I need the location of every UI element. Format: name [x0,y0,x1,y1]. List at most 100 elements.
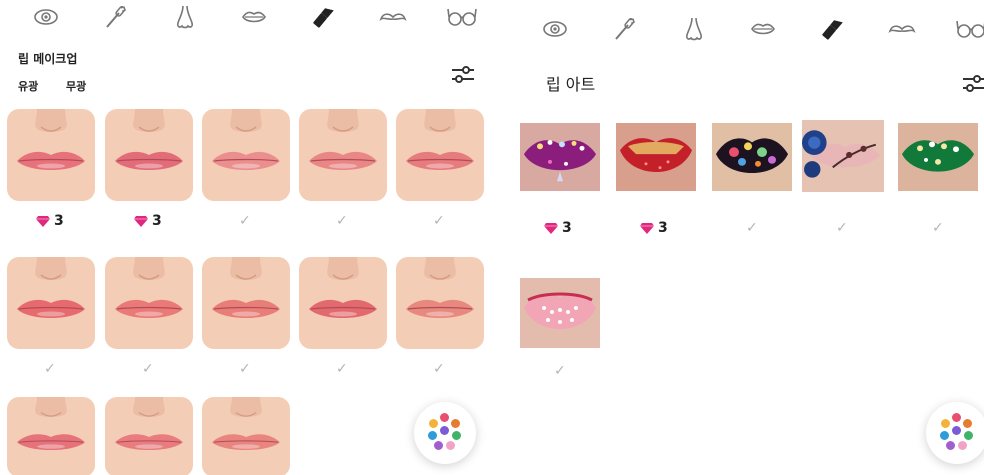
owned-check-icon: ✓ [433,213,445,229]
price-value: 3 [562,220,572,236]
lip-makeup-panel: 립 메이크업 유광 무광 3 3 ✓ ✓ ✓ ✓ ✓ ✓ ✓ ✓ [0,0,493,475]
mascara-icon [99,3,131,35]
section-title: 립 메이크업 [18,52,78,66]
nose-icon [169,3,201,35]
nose-icon [678,15,710,47]
tab-glasses[interactable] [445,3,479,35]
mustache-icon [377,3,409,35]
price-value: 3 [54,213,64,229]
lip-art-tile[interactable] [898,123,978,191]
lipstick-icon [816,15,848,47]
category-tabbar [506,0,984,44]
palette-dot [429,419,438,428]
lip-style-tile[interactable] [396,109,484,201]
section-title: 립 아트 [546,75,596,94]
tab-mascara[interactable] [98,3,132,35]
sub-tab-matte[interactable]: 무광 [66,78,86,94]
mustache-icon [886,15,918,47]
tab-glasses[interactable] [954,15,984,47]
color-palette-button[interactable] [414,402,476,464]
palette-dot [451,419,460,428]
owned-check-icon: ✓ [142,361,154,377]
lip-style-tile[interactable] [105,397,193,475]
palette-dot [452,431,461,440]
tab-lips[interactable] [237,3,271,35]
tab-nose[interactable] [677,15,711,47]
eye-icon [30,3,62,35]
palette-dot [958,441,967,450]
gem-icon [640,223,654,234]
owned-check-icon: ✓ [836,220,848,236]
lip-art-tile[interactable] [616,123,696,191]
gem-icon [36,216,50,227]
tab-lips[interactable] [746,15,780,47]
lip-style-tile[interactable] [299,109,387,201]
lip-style-tile[interactable] [7,109,95,201]
palette-dot [434,441,443,450]
eye-icon [539,15,571,47]
price-badge: 3 [134,213,162,229]
tab-lipstick[interactable] [306,3,340,35]
palette-dot [940,431,949,440]
palette-dot [428,431,437,440]
lip-style-tile[interactable] [299,257,387,349]
palette-dot [952,413,961,422]
owned-check-icon: ✓ [554,363,566,379]
tab-mustache[interactable] [376,3,410,35]
price-badge: 3 [544,220,572,236]
lip-style-tile[interactable] [202,397,290,475]
lip-style-tile[interactable] [396,257,484,349]
lip-art-panel: 립 아트 3 3 ✓ ✓ ✓ ✓ [506,0,984,475]
palette-dot [446,441,455,450]
palette-dot [963,419,972,428]
owned-check-icon: ✓ [433,361,445,377]
sub-tab-glossy[interactable]: 유광 [18,78,38,94]
owned-check-icon: ✓ [746,220,758,236]
tab-lipstick[interactable] [815,15,849,47]
lips-icon [747,15,779,47]
glasses-icon [955,15,984,47]
lip-art-tile[interactable] [520,278,600,348]
lips-icon [238,3,270,35]
lipstick-icon [307,3,339,35]
filter-settings-icon[interactable] [960,72,984,96]
gem-icon [134,216,148,227]
divider [493,0,506,475]
tab-nose[interactable] [168,3,202,35]
owned-check-icon: ✓ [239,361,251,377]
filter-settings-icon[interactable] [449,63,477,87]
price-badge: 3 [36,213,64,229]
lip-style-tile[interactable] [105,109,193,201]
lip-style-tile[interactable] [7,257,95,349]
tab-eye[interactable] [29,3,63,35]
tab-mascara[interactable] [607,15,641,47]
palette-dot [964,431,973,440]
lip-art-tile[interactable] [520,123,600,191]
lip-style-tile[interactable] [202,257,290,349]
gem-icon [544,223,558,234]
palette-dot [440,426,449,435]
lip-art-tile[interactable] [802,120,884,192]
tab-mustache[interactable] [885,15,919,47]
palette-dot [941,419,950,428]
glasses-icon [446,3,478,35]
palette-dot [952,426,961,435]
price-badge: 3 [640,220,668,236]
lip-style-tile[interactable] [105,257,193,349]
tab-eye[interactable] [538,15,572,47]
owned-check-icon: ✓ [932,220,944,236]
owned-check-icon: ✓ [336,361,348,377]
price-value: 3 [658,220,668,236]
lip-art-tile[interactable] [712,123,792,191]
price-value: 3 [152,213,162,229]
mascara-icon [608,15,640,47]
palette-dot [946,441,955,450]
lip-style-tile[interactable] [7,397,95,475]
owned-check-icon: ✓ [336,213,348,229]
category-tabbar [0,0,493,44]
app-screen: 립 메이크업 유광 무광 3 3 ✓ ✓ ✓ ✓ ✓ ✓ ✓ ✓ 립 아트 3 [0,0,984,475]
palette-dot [440,413,449,422]
owned-check-icon: ✓ [44,361,56,377]
lip-style-tile[interactable] [202,109,290,201]
color-palette-button[interactable] [926,402,984,464]
